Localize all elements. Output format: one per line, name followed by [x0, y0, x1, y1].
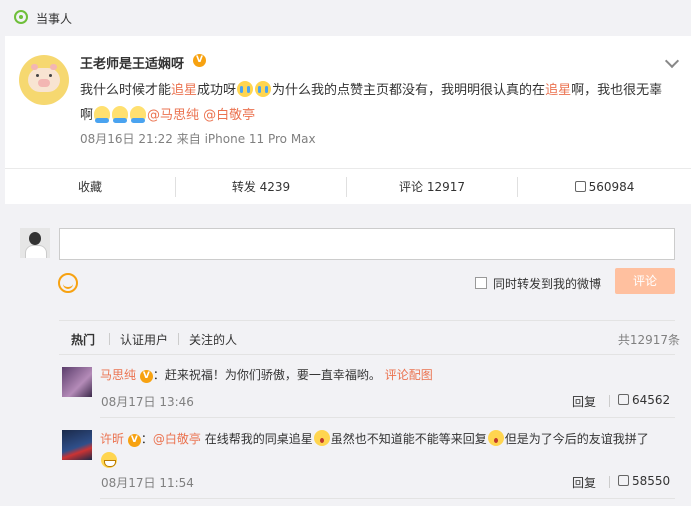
commenter-avatar[interactable]: [62, 430, 92, 460]
tab-verified[interactable]: 认证用户: [120, 331, 168, 348]
verified-badge-icon: V: [139, 370, 153, 383]
comment-body-part: 在线帮我的同桌追星: [204, 432, 313, 446]
divider: [100, 498, 675, 499]
repost-checkbox-label: 同时转发到我的微博: [493, 277, 602, 291]
like-count: 560984: [588, 180, 635, 194]
comment-like-button[interactable]: 58550: [618, 474, 670, 488]
grin-emoji-icon: [101, 452, 117, 468]
post-text-segment: 为什么我的点赞主页都没有，我明明很认真的在: [272, 83, 546, 98]
favorite-button[interactable]: 收藏: [5, 169, 175, 205]
divider: [59, 320, 675, 321]
thumbs-up-icon: [618, 394, 629, 405]
comment-total: 共12917条: [617, 333, 680, 347]
comment-body-part: 但是为了今后的友谊我拼了: [504, 432, 649, 446]
hug-emoji-icon: [112, 106, 129, 123]
highlight-keyword[interactable]: 追星: [171, 83, 197, 98]
action-bar: 收藏 转发 4239 评论 12917 560984: [5, 168, 691, 204]
comment-text: 马思纯 V ：赶来祝福！为你们骄傲，要一直幸福哟。 评论配图: [100, 364, 675, 386]
mention-link[interactable]: @马思纯: [147, 108, 199, 123]
comment-like-count: 64562: [632, 393, 671, 407]
highlight-keyword[interactable]: 追星: [545, 83, 571, 98]
thumbs-up-icon: [618, 475, 629, 486]
post-meta: 08月16日 21:22 来自 iPhone 11 Pro Max: [80, 132, 316, 146]
pig-avatar-icon: [28, 64, 60, 92]
commenter-name[interactable]: 马思纯: [100, 368, 136, 382]
comment-like-button[interactable]: 64562: [618, 393, 670, 407]
comment-text: 许昕 V ：@白敬亭 在线帮我的同桌追星 虽然也不知道能不能等来回复 但是为了今后的友…: [100, 428, 675, 472]
repost-checkbox[interactable]: [475, 277, 487, 289]
crying-emoji-icon: [255, 81, 272, 97]
divider: [59, 354, 675, 355]
tab-divider: [109, 333, 110, 345]
comment-action-divider: [609, 476, 610, 488]
comment-time: 08月17日 11:54: [101, 476, 194, 490]
author-name[interactable]: 王老师是王适娴呀 V: [80, 53, 206, 72]
tab-divider: [178, 333, 179, 345]
comment-like-count: 58550: [632, 474, 671, 488]
tab-hot[interactable]: 热门: [71, 331, 95, 348]
comment-input[interactable]: [59, 228, 675, 260]
submit-comment-button[interactable]: 评论: [615, 268, 675, 294]
comment-action-divider: [609, 395, 610, 407]
reply-button[interactable]: 回复: [572, 393, 596, 410]
post-text-segment: 我什么时候才能: [80, 83, 172, 98]
comment-button[interactable]: 评论 12917: [347, 169, 517, 205]
comment-image-link[interactable]: 评论配图: [385, 368, 433, 382]
mention-link[interactable]: @白敬亭: [153, 432, 201, 446]
post-text-segment: 成功呀: [197, 83, 237, 98]
repost-button[interactable]: 转发 4239: [176, 169, 346, 205]
topic-label[interactable]: 当事人: [36, 10, 72, 27]
emoji-picker-icon[interactable]: [58, 273, 78, 293]
author-name-text[interactable]: 王老师是王适娴呀: [80, 57, 184, 72]
like-button[interactable]: 560984: [518, 169, 691, 205]
shocked-emoji-icon: [313, 430, 330, 446]
comment-tabs: 热门 认证用户 关注的人 共12917条: [64, 331, 680, 351]
post-text: 我什么时候才能追星成功呀 为什么我的点赞主页都没有，我明明很认真的在追星啊，我也很…: [80, 78, 670, 128]
hug-emoji-icon: [130, 106, 147, 123]
tab-following[interactable]: 关注的人: [189, 331, 237, 348]
crying-emoji-icon: [237, 81, 254, 97]
comment-body: ：赶来祝福！为你们骄傲，要一直幸福哟。: [152, 368, 381, 382]
location-tag-icon: [14, 10, 28, 24]
my-avatar[interactable]: [20, 228, 50, 258]
author-avatar[interactable]: [19, 55, 69, 105]
comment-time: 08月17日 13:46: [101, 395, 194, 409]
top-bar: 当事人: [0, 0, 691, 36]
verified-badge-icon: V: [127, 434, 141, 447]
commenter-name[interactable]: 许昕: [100, 432, 124, 446]
comment-body-part: 虽然也不知道能不能等来回复: [330, 432, 487, 446]
thumbs-up-icon: [574, 181, 586, 192]
comment-section: 同时转发到我的微博 评论 热门 认证用户 关注的人 共12917条 马思纯 V：…: [5, 210, 691, 506]
shocked-emoji-icon: [487, 430, 504, 446]
divider: [100, 417, 675, 418]
reply-button[interactable]: 回复: [572, 474, 596, 491]
hug-emoji-icon: [94, 106, 111, 123]
commenter-avatar[interactable]: [62, 367, 92, 397]
verified-badge-icon: V: [193, 54, 206, 67]
chevron-down-icon[interactable]: [664, 53, 680, 69]
mention-link[interactable]: @白敬亭: [203, 108, 255, 123]
